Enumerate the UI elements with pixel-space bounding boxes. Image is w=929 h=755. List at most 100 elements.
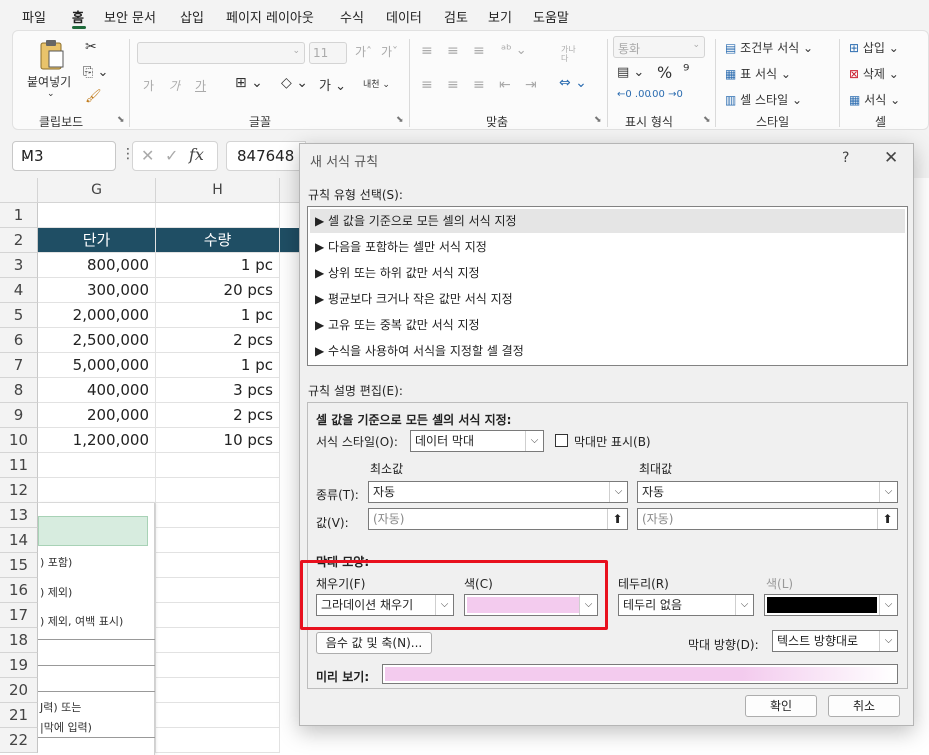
cancel-icon[interactable]: ✕ bbox=[141, 146, 154, 165]
border-type-select[interactable]: 테두리 없음 ⌵ bbox=[618, 594, 754, 616]
cell[interactable] bbox=[156, 503, 280, 528]
font-size-combo[interactable]: 11 bbox=[309, 42, 347, 64]
increase-decimal-icon[interactable]: ←0 .00 bbox=[617, 89, 651, 100]
rule-type-item[interactable]: ▶ 셀 값을 기준으로 모든 셀의 서식 지정 bbox=[310, 209, 905, 233]
cell[interactable] bbox=[156, 628, 280, 653]
cell[interactable] bbox=[38, 453, 156, 478]
tab-home[interactable]: 홈 bbox=[72, 7, 84, 26]
merge-center-icon[interactable]: ⇔ ⌄ bbox=[559, 75, 587, 91]
align-bottom-icon[interactable]: ≡ bbox=[473, 43, 485, 59]
fill-color-icon[interactable]: ◇ ⌄ bbox=[281, 75, 308, 91]
bar-only-checkbox[interactable] bbox=[555, 434, 568, 447]
cell[interactable] bbox=[156, 578, 280, 603]
phonetic-icon[interactable]: 내천 ⌄ bbox=[363, 77, 390, 90]
format-as-table-button[interactable]: ▦ 표 서식 ⌄ bbox=[725, 65, 791, 82]
header-cell[interactable] bbox=[280, 228, 300, 253]
cell[interactable] bbox=[156, 478, 280, 503]
cell[interactable] bbox=[156, 703, 280, 728]
rule-type-item[interactable]: ▶ 고유 또는 중복 값만 서식 지정 bbox=[310, 313, 905, 337]
underline-button[interactable]: 가 bbox=[195, 77, 206, 94]
rule-type-item[interactable]: ▶ 수식을 사용하여 서식을 지정할 셀 결정 bbox=[310, 339, 905, 363]
select-all-corner[interactable] bbox=[0, 178, 38, 203]
number-format-combo[interactable]: 통화 ⌄ bbox=[613, 36, 705, 58]
row-header[interactable]: 6 bbox=[0, 328, 38, 353]
cell[interactable] bbox=[38, 478, 156, 503]
align-top-icon[interactable]: ≡ bbox=[421, 43, 433, 59]
cell-price[interactable]: 1,200,000 bbox=[38, 428, 156, 453]
row-header[interactable]: 15 bbox=[0, 553, 38, 578]
increase-indent-icon[interactable]: ⇥ bbox=[525, 77, 537, 93]
rule-type-item[interactable]: ▶ 상위 또는 하위 값만 서식 지정 bbox=[310, 261, 905, 285]
shrink-font-icon[interactable]: 가ˇ bbox=[381, 43, 398, 60]
cell-price[interactable]: 200,000 bbox=[38, 403, 156, 428]
cell[interactable] bbox=[156, 553, 280, 578]
tab-file[interactable]: 파일 bbox=[22, 7, 46, 26]
range-select-icon[interactable]: ⬆ bbox=[607, 509, 627, 529]
side-panel-item[interactable]: ) 포함) bbox=[38, 554, 155, 570]
format-painter-icon[interactable]: 🖌 bbox=[85, 89, 102, 104]
dialog-launcher-icon[interactable]: ⬊ bbox=[117, 115, 125, 125]
max-value-input[interactable]: (자동) ⬆ bbox=[637, 508, 898, 530]
row-header[interactable]: 20 bbox=[0, 678, 38, 703]
cell[interactable] bbox=[38, 203, 156, 228]
min-type-select[interactable]: 자동 ⌵ bbox=[368, 481, 628, 503]
row-header[interactable]: 19 bbox=[0, 653, 38, 678]
row-header[interactable]: 21 bbox=[0, 703, 38, 728]
cell[interactable] bbox=[156, 678, 280, 703]
percent-icon[interactable]: % bbox=[657, 63, 672, 82]
dialog-launcher-icon[interactable]: ⬊ bbox=[703, 115, 711, 125]
column-header-g[interactable]: G bbox=[38, 178, 156, 203]
help-icon[interactable]: ? bbox=[842, 150, 849, 166]
max-type-select[interactable]: 자동 ⌵ bbox=[637, 481, 898, 503]
cell-qty[interactable]: 1 pc bbox=[156, 353, 280, 378]
side-panel-item[interactable]: |막에 입력) bbox=[38, 719, 155, 735]
cell[interactable] bbox=[156, 528, 280, 553]
row-header[interactable]: 9 bbox=[0, 403, 38, 428]
border-color-picker[interactable]: ⌵ bbox=[764, 594, 898, 616]
cell-price[interactable]: 2,000,000 bbox=[38, 303, 156, 328]
delete-cells-button[interactable]: ⊠ 삭제 ⌄ bbox=[849, 65, 899, 82]
cell[interactable] bbox=[156, 728, 280, 753]
side-panel-item[interactable]: J력) 또는 bbox=[38, 699, 155, 715]
header-cell-qty[interactable]: 수량 bbox=[156, 228, 280, 253]
decrease-decimal-icon[interactable]: .00 →0 bbox=[649, 89, 683, 100]
conditional-format-button[interactable]: ▤ 조건부 서식 ⌄ bbox=[725, 39, 813, 56]
cell[interactable] bbox=[156, 603, 280, 628]
tab-data[interactable]: 데이터 bbox=[386, 7, 422, 26]
cell-price[interactable]: 800,000 bbox=[38, 253, 156, 278]
side-panel-selected[interactable] bbox=[38, 516, 148, 546]
range-select-icon[interactable]: ⬆ bbox=[877, 509, 897, 529]
row-header[interactable]: 11 bbox=[0, 453, 38, 478]
row-header[interactable]: 1 bbox=[0, 203, 38, 228]
align-center-icon[interactable]: ≡ bbox=[447, 77, 459, 93]
cell-price[interactable]: 5,000,000 bbox=[38, 353, 156, 378]
cell-qty[interactable]: 1 pc bbox=[156, 253, 280, 278]
negative-value-button[interactable]: 음수 값 및 축(N)... bbox=[316, 632, 432, 654]
align-right-icon[interactable]: ≡ bbox=[473, 77, 485, 93]
dialog-launcher-icon[interactable]: ⬊ bbox=[594, 115, 602, 125]
cell-qty[interactable]: 2 pcs bbox=[156, 403, 280, 428]
formula-input[interactable]: 847648 bbox=[226, 141, 306, 171]
close-icon[interactable]: ✕ bbox=[884, 148, 898, 168]
row-header[interactable]: 10 bbox=[0, 428, 38, 453]
header-cell-price[interactable]: 단가 bbox=[38, 228, 156, 253]
copy-icon[interactable]: ⎘ ⌄ bbox=[83, 65, 108, 80]
cancel-button[interactable]: 취소 bbox=[828, 695, 900, 717]
font-color-icon[interactable]: 가 ⌄ bbox=[319, 75, 346, 94]
row-header[interactable]: 12 bbox=[0, 478, 38, 503]
tab-insert[interactable]: 삽입 bbox=[180, 7, 204, 26]
tab-help[interactable]: 도움말 bbox=[533, 7, 569, 26]
row-header[interactable]: 8 bbox=[0, 378, 38, 403]
row-header[interactable]: 7 bbox=[0, 353, 38, 378]
row-header[interactable]: 5 bbox=[0, 303, 38, 328]
min-value-input[interactable]: (자동) ⬆ bbox=[368, 508, 628, 530]
cell-styles-button[interactable]: ▥ 셀 스타일 ⌄ bbox=[725, 91, 802, 108]
row-header[interactable]: 18 bbox=[0, 628, 38, 653]
cell-qty[interactable]: 10 pcs bbox=[156, 428, 280, 453]
row-header[interactable]: 17 bbox=[0, 603, 38, 628]
rule-type-item[interactable]: ▶ 다음을 포함하는 셀만 서식 지정 bbox=[310, 235, 905, 259]
enter-icon[interactable]: ✓ bbox=[165, 146, 178, 165]
row-header[interactable]: 14 bbox=[0, 528, 38, 553]
cell-qty[interactable]: 20 pcs bbox=[156, 278, 280, 303]
format-style-select[interactable]: 데이터 막대 ⌵ bbox=[410, 430, 544, 452]
